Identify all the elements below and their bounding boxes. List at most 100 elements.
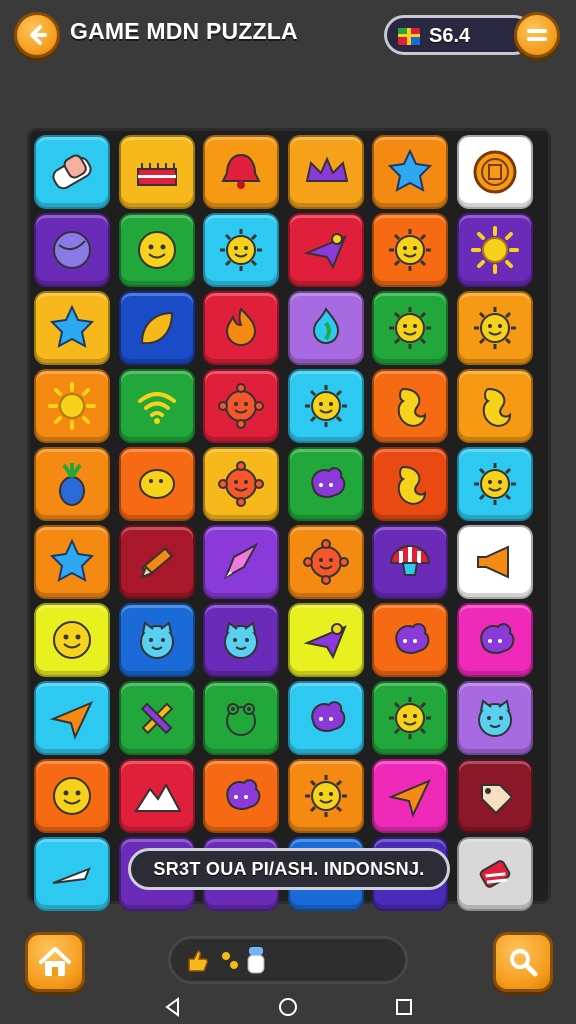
rocket-icon [224, 542, 259, 580]
tile-tools[interactable] [118, 681, 195, 755]
tile-eraser[interactable] [34, 135, 110, 209]
cake-icon [136, 163, 177, 186]
tile-knife[interactable] [34, 837, 110, 911]
tile-star[interactable] [372, 135, 448, 209]
blob-icon [226, 779, 261, 810]
tile-pineapple[interactable] [34, 447, 110, 521]
tile-ball[interactable] [34, 213, 110, 287]
tile-star[interactable] [34, 525, 110, 599]
tile-leaf[interactable] [118, 291, 195, 365]
hint-banner-text: SR3T OUA PI/ASH. INDONSNJ. [153, 858, 425, 879]
tile-wifi[interactable] [118, 369, 195, 443]
tile-gear-face[interactable] [203, 369, 279, 443]
star-icon [49, 304, 95, 348]
tile-blob[interactable] [203, 759, 279, 833]
system-nav-bar [0, 990, 576, 1024]
tile-sun-face[interactable] [456, 291, 533, 365]
leaf-icon [140, 311, 173, 345]
back-button[interactable] [14, 12, 60, 58]
tile-swirl[interactable] [372, 369, 448, 443]
tile-mountain[interactable] [118, 759, 195, 833]
tile-gear-face[interactable] [203, 447, 279, 521]
blob-icon [310, 701, 345, 732]
sun-face-icon [473, 463, 516, 505]
tile-sun-face[interactable] [456, 447, 533, 521]
tile-blob[interactable] [287, 681, 364, 755]
mountain-icon [133, 782, 182, 812]
cat-icon [139, 621, 174, 659]
tile-cat[interactable] [118, 603, 195, 677]
tile-flame[interactable] [287, 291, 364, 365]
tile-lemon[interactable] [118, 447, 195, 521]
tile-sun-face[interactable] [372, 213, 448, 287]
sun-icon [470, 226, 519, 274]
tile-rocket[interactable] [203, 525, 279, 599]
tile-sun[interactable] [34, 369, 110, 443]
tile-mushroom[interactable] [372, 525, 448, 599]
tile-plane[interactable] [287, 213, 364, 287]
search-icon [510, 949, 538, 977]
coin-icon [473, 150, 516, 194]
swirl-icon [482, 387, 511, 427]
home-icon [39, 947, 71, 976]
potion-icon[interactable] [245, 945, 267, 977]
tile-blob[interactable] [372, 603, 448, 677]
tile-fire[interactable] [203, 291, 279, 365]
blob-icon [395, 623, 430, 654]
nav-recents-icon[interactable] [393, 996, 415, 1018]
tile-cake[interactable] [118, 135, 195, 209]
tile-smile[interactable] [34, 603, 110, 677]
tile-gear-face[interactable] [287, 525, 364, 599]
candy-icon [479, 860, 510, 888]
tile-cat[interactable] [203, 603, 279, 677]
tile-plane[interactable] [287, 603, 364, 677]
game-title: GAME MDN PUZZLA [70, 18, 298, 44]
nav-back-icon[interactable] [162, 996, 184, 1018]
tile-megaphone[interactable] [456, 525, 533, 599]
tile-blob[interactable] [456, 603, 533, 677]
gear-face-icon [218, 383, 264, 429]
dots-icon[interactable] [219, 949, 241, 973]
tile-candy[interactable] [456, 837, 533, 911]
tile-sun[interactable] [456, 213, 533, 287]
thumb-up-icon[interactable] [183, 947, 211, 975]
search-button[interactable] [493, 932, 553, 992]
tile-tag[interactable] [456, 759, 533, 833]
tile-paper-plane[interactable] [372, 759, 448, 833]
bell-icon [221, 153, 261, 189]
tile-swirl[interactable] [456, 369, 533, 443]
tile-smile[interactable] [118, 213, 195, 287]
ball-icon [53, 231, 91, 269]
coin-value: S6.4 [429, 25, 471, 47]
nav-home-icon[interactable] [277, 996, 299, 1018]
tile-frog[interactable] [203, 681, 279, 755]
tile-crown[interactable] [287, 135, 364, 209]
tile-blob[interactable] [287, 447, 364, 521]
plane-icon [303, 623, 347, 660]
pencil-icon [139, 547, 173, 579]
hint-banner[interactable]: SR3T OUA PI/ASH. INDONSNJ. [128, 848, 450, 890]
home-button[interactable] [25, 932, 85, 992]
tile-star[interactable] [34, 291, 110, 365]
tile-swirl[interactable] [372, 447, 448, 521]
tile-sun-face[interactable] [372, 681, 448, 755]
powerup-bar [168, 936, 408, 984]
wifi-icon [137, 392, 176, 424]
tile-sun-face[interactable] [372, 291, 448, 365]
tile-sun-face[interactable] [287, 369, 364, 443]
tile-cat[interactable] [456, 681, 533, 755]
tile-smile[interactable] [34, 759, 110, 833]
pineapple-icon [59, 463, 85, 506]
menu-button[interactable] [514, 12, 560, 58]
tile-sun-face[interactable] [203, 213, 279, 287]
menu-icon [527, 29, 547, 41]
gear-face-icon [218, 461, 264, 507]
tile-coin[interactable] [456, 135, 533, 209]
tile-bell[interactable] [203, 135, 279, 209]
coin-counter[interactable]: S6.4 [384, 15, 534, 55]
tile-sun-face[interactable] [287, 759, 364, 833]
eraser-icon [52, 154, 92, 190]
tile-pencil[interactable] [118, 525, 195, 599]
tile-paper-plane[interactable] [34, 681, 110, 755]
sun-face-icon [220, 229, 262, 271]
